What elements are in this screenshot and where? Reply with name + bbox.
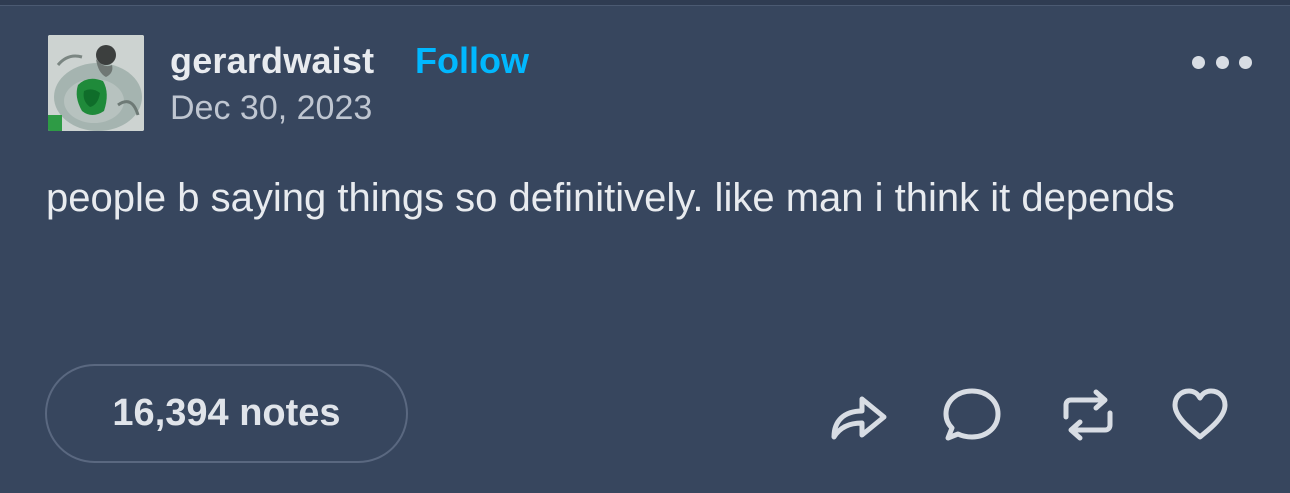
like-button[interactable] [1170, 385, 1230, 445]
ellipsis-icon [1239, 55, 1252, 69]
top-border [0, 0, 1290, 6]
reblog-button[interactable] [1058, 385, 1118, 445]
reblog-icon [1063, 389, 1113, 441]
username[interactable]: gerardwaist [170, 40, 374, 82]
post-text: people b saying things so definitively. … [46, 176, 1175, 220]
reply-button[interactable] [942, 385, 1002, 445]
ellipsis-icon [1215, 55, 1229, 69]
share-arrow-icon [831, 396, 887, 440]
avatar[interactable] [48, 35, 144, 131]
notes-button[interactable]: 16,394 notes [45, 364, 408, 463]
heart-icon [1172, 388, 1228, 440]
more-options-button[interactable] [1192, 52, 1252, 72]
avatar-image [48, 35, 144, 131]
follow-button[interactable]: Follow [415, 40, 529, 82]
share-button[interactable] [828, 385, 888, 445]
post-date: Dec 30, 2023 [170, 89, 373, 127]
ellipsis-icon [1192, 55, 1205, 69]
reply-bubble-icon [943, 388, 1001, 441]
